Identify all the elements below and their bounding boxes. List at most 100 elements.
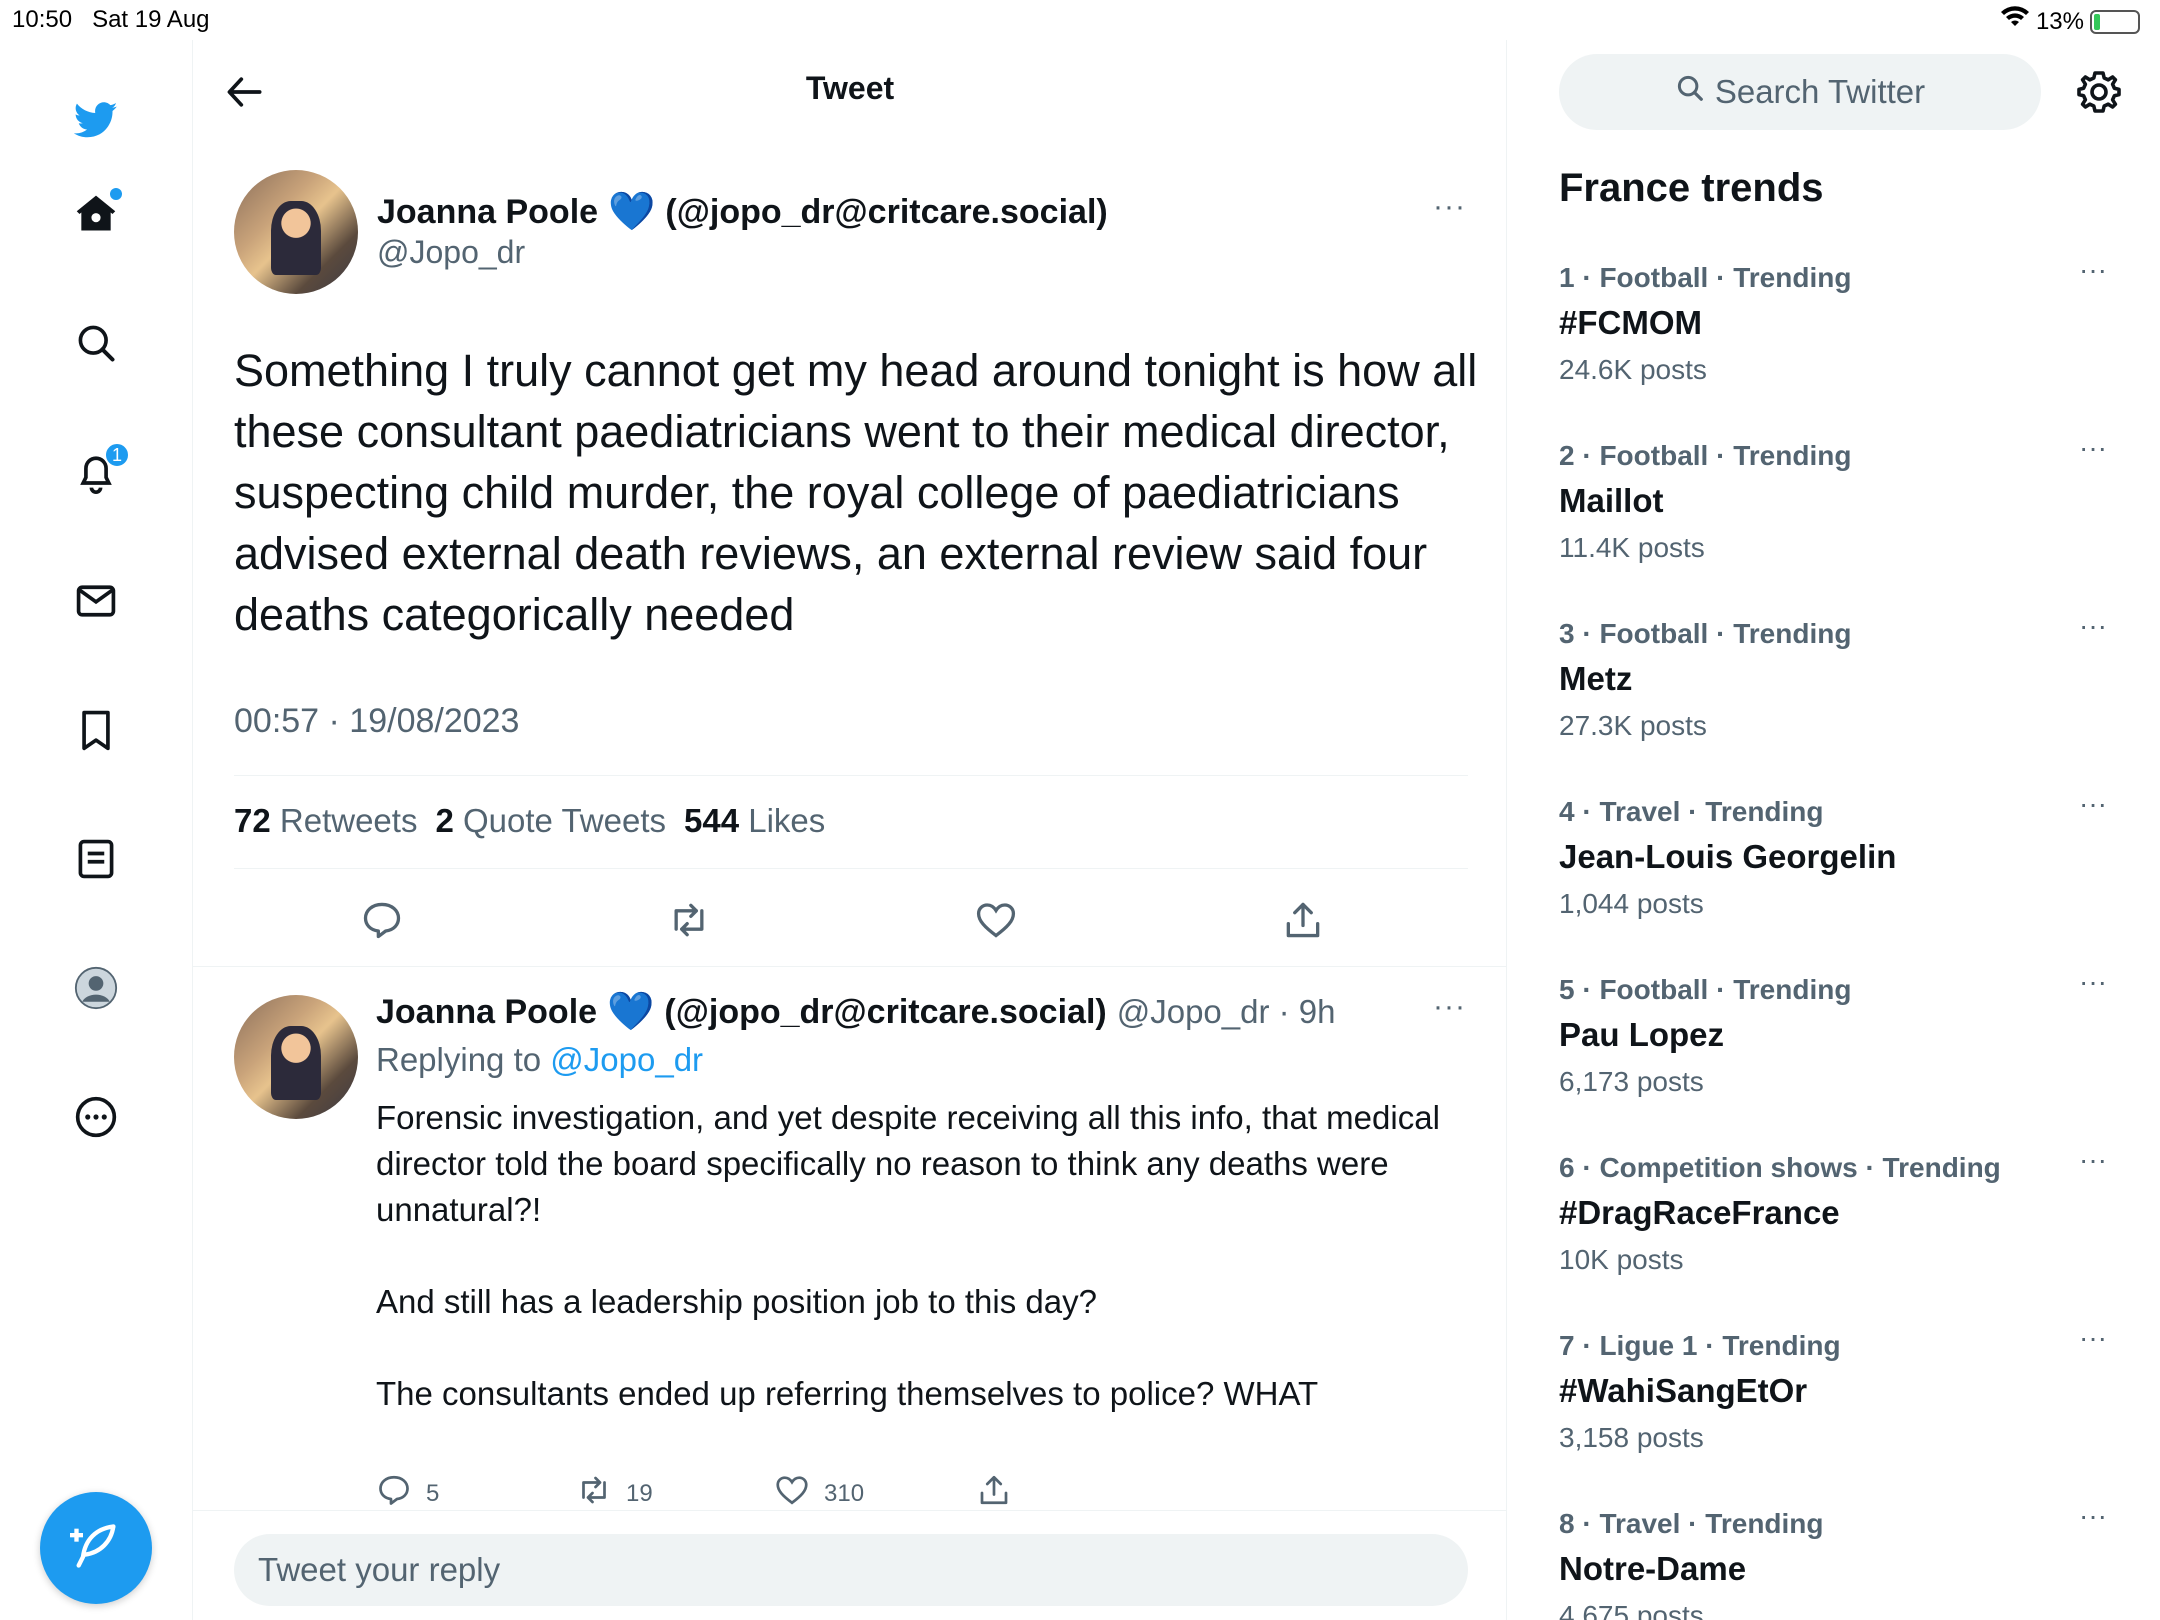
trend-meta: 8 · Travel · Trending — [1559, 1508, 1824, 1539]
wifi-icon — [2000, 6, 2030, 37]
twitter-logo-icon[interactable] — [66, 90, 126, 150]
reply-retweet-button[interactable]: 19 — [576, 1472, 653, 1515]
notifications-bell-icon[interactable]: 1 — [66, 442, 130, 502]
likes-count: 544 — [684, 802, 740, 839]
divider — [234, 775, 1468, 776]
tweet-more-button[interactable]: ··· — [1433, 190, 1466, 224]
profile-avatar-icon[interactable] — [66, 958, 126, 1018]
reply-paragraph: And still has a leadership position job … — [376, 1283, 1097, 1320]
trend-count: 3,158 posts — [1559, 1422, 1704, 1453]
likes-label: Likes — [748, 802, 826, 839]
author-name-line[interactable]: Joanna Poole 💙 (@jopo_dr@critcare.social… — [377, 190, 1108, 234]
trend-meta: 3 · Football · Trending — [1559, 618, 1852, 649]
search-icon — [1675, 73, 1705, 111]
replying-to-link[interactable]: @Jopo_dr — [550, 1041, 703, 1078]
trend-count: 11.4K posts — [1559, 532, 1705, 563]
trend-name: #FCMOM — [1559, 304, 1702, 341]
trend-count: 27.3K posts — [1559, 710, 1707, 741]
trend-more-button[interactable]: ··· — [2079, 254, 2107, 286]
tweet-header: Tweet — [193, 40, 1507, 140]
trend-item[interactable]: 3 · Football · Trending Metz 27.3K posts… — [1559, 610, 2139, 788]
trend-more-button[interactable]: ··· — [2079, 788, 2107, 820]
reply-share-button[interactable] — [976, 1472, 1012, 1515]
home-icon[interactable] — [66, 184, 126, 244]
reply-author-line[interactable]: Joanna Poole 💙 (@jopo_dr@critcare.social… — [376, 990, 1336, 1034]
trend-more-button[interactable]: ··· — [2079, 432, 2107, 464]
retweets-label: Retweets — [279, 802, 418, 839]
reply-paragraph: Forensic investigation, and yet despite … — [376, 1099, 1440, 1228]
reply-input[interactable] — [234, 1534, 1468, 1606]
trend-count: 10K posts — [1559, 1244, 1684, 1275]
trend-item[interactable]: 6 · Competition shows · Trending #DragRa… — [1559, 1144, 2139, 1322]
trend-count: 4,675 posts — [1559, 1600, 1704, 1620]
tweet-text: Something I truly cannot get my head aro… — [234, 345, 1478, 640]
trend-item[interactable]: 5 · Football · Trending Pau Lopez 6,173 … — [1559, 966, 2139, 1144]
retweet-icon[interactable] — [667, 898, 711, 942]
compose-feather-icon — [70, 1520, 122, 1577]
replying-to-line: Replying to @Jopo_dr — [376, 1041, 703, 1079]
search-input[interactable]: Search Twitter — [1559, 54, 2041, 130]
trend-more-button[interactable]: ··· — [2079, 610, 2107, 642]
reply-more-button[interactable]: ··· — [1433, 990, 1466, 1024]
reply-author-suffix: (@jopo_dr@critcare.social) — [664, 992, 1107, 1031]
trend-name: Metz — [1559, 660, 1633, 697]
right-sidebar: Search Twitter France trends 1 · Footbal… — [1507, 40, 2160, 1620]
page-title: Tweet — [805, 70, 895, 106]
like-heart-icon — [774, 1472, 810, 1515]
trend-count: 24.6K posts — [1559, 354, 1707, 385]
replying-prefix: Replying to — [376, 1041, 542, 1078]
divider — [193, 1510, 1507, 1511]
reply-author-avatar[interactable] — [234, 995, 358, 1119]
left-nav: 1 — [0, 40, 193, 1620]
trend-count: 6,173 posts — [1559, 1066, 1704, 1097]
trend-item[interactable]: 7 · Ligue 1 · Trending #WahiSangEtOr 3,1… — [1559, 1322, 2139, 1500]
lists-icon[interactable] — [66, 829, 126, 889]
compose-tweet-button[interactable] — [40, 1492, 152, 1604]
retweets-stat[interactable]: 72 Retweets — [234, 802, 417, 840]
reply-count: 5 — [426, 1479, 440, 1507]
trend-item[interactable]: 8 · Travel · Trending Notre-Dame 4,675 p… — [1559, 1508, 2139, 1620]
author-name: Joanna Poole — [377, 192, 599, 231]
quotes-count: 2 — [435, 802, 454, 839]
battery-icon — [2090, 9, 2140, 34]
reply-icon[interactable] — [360, 898, 404, 942]
trend-more-button[interactable]: ··· — [2079, 966, 2107, 998]
retweets-count: 72 — [234, 802, 271, 839]
author-avatar[interactable] — [234, 170, 358, 294]
trend-more-button[interactable]: ··· — [2079, 1322, 2107, 1354]
trend-meta: 2 · Football · Trending — [1559, 440, 1852, 471]
trend-name: #DragRaceFrance — [1559, 1194, 1840, 1231]
author-handle[interactable]: @Jopo_dr — [377, 234, 525, 271]
trend-more-button[interactable]: ··· — [2079, 1144, 2107, 1176]
tweet-timestamp[interactable]: 00:57 · 19/08/2023 — [234, 702, 519, 741]
reply-composer — [234, 1534, 1468, 1606]
battery-fill — [2094, 13, 2100, 30]
share-icon[interactable] — [1281, 898, 1325, 942]
messages-envelope-icon[interactable] — [66, 571, 126, 631]
status-clock: 10:50 — [12, 6, 73, 33]
bookmark-icon[interactable] — [66, 700, 126, 760]
settings-gear-icon[interactable] — [2075, 68, 2123, 116]
trend-meta: 6 · Competition shows · Trending — [1559, 1152, 2001, 1183]
tweet-actions — [234, 898, 1468, 958]
reply-like-button[interactable]: 310 — [774, 1472, 864, 1515]
status-right: 13% — [2000, 6, 2140, 37]
trend-more-button[interactable]: ··· — [2079, 1508, 2107, 1532]
trend-name: #WahiSangEtOr — [1559, 1372, 1808, 1409]
trend-name: Maillot — [1559, 482, 1664, 519]
likes-stat[interactable]: 544 Likes — [684, 802, 825, 840]
blue-heart-icon: 💙 — [607, 991, 655, 1033]
search-icon[interactable] — [66, 313, 126, 373]
blue-heart-icon: 💙 — [608, 191, 656, 233]
trend-item[interactable]: 2 · Football · Trending Maillot 11.4K po… — [1559, 432, 2139, 610]
reply-reply-button[interactable]: 5 — [376, 1472, 439, 1515]
trend-item[interactable]: 4 · Travel · Trending Jean-Louis Georgel… — [1559, 788, 2139, 966]
more-circle-icon[interactable] — [66, 1087, 126, 1147]
status-time: 10:50 Sat 19 Aug — [12, 6, 210, 34]
quotes-stat[interactable]: 2 Quote Tweets — [435, 802, 666, 840]
trend-item[interactable]: 1 · Football · Trending #FCMOM 24.6K pos… — [1559, 254, 2139, 432]
trend-name: Notre-Dame — [1559, 1550, 1747, 1587]
status-date: Sat 19 Aug — [92, 6, 210, 33]
trend-meta: 7 · Ligue 1 · Trending — [1559, 1330, 1841, 1361]
like-heart-icon[interactable] — [974, 898, 1018, 942]
